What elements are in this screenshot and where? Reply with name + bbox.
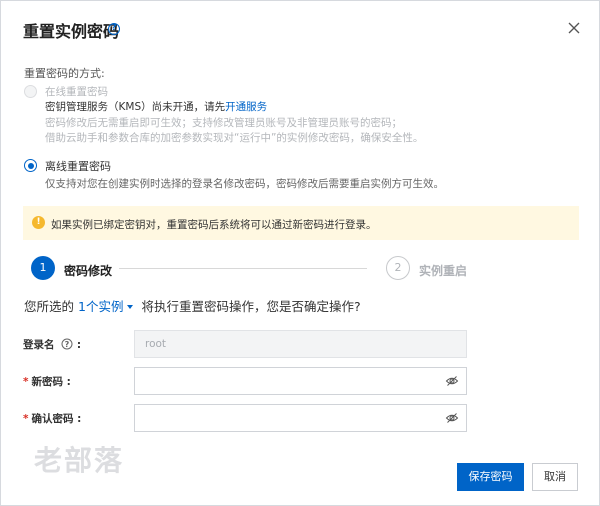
kms-notice-text: 密钥管理服务（KMS）尚未开通，请先 [45, 101, 226, 113]
step-connector [119, 268, 367, 269]
step-1-circle: 1 [31, 256, 55, 280]
confirm-password-label: * 确认密码 : [23, 411, 81, 426]
save-password-button[interactable]: 保存密码 [457, 463, 524, 491]
online-note-2: 借助云助手和参数合库的加密参数实现对“运行中”的实例修改密码，确保安全性。 [45, 132, 424, 144]
offline-reset-radio[interactable] [24, 159, 37, 172]
new-password-colon: : [66, 376, 71, 388]
offline-note: 仅支持对您在创建实例时选择的登录名修改密码，密码修改后需要重启实例方可生效。 [45, 178, 444, 190]
cancel-button[interactable]: 取消 [532, 463, 578, 491]
login-name-label: 登录名 ? : [23, 337, 81, 352]
kms-notice: 密钥管理服务（KMS）尚未开通，请先开通服务 [45, 99, 267, 114]
offline-reset-label[interactable]: 离线重置密码 [45, 158, 111, 174]
instance-count-label: 1个实例 [78, 299, 124, 314]
required-marker: * [23, 413, 29, 425]
eye-off-icon[interactable] [445, 411, 459, 425]
svg-text:?: ? [65, 340, 70, 349]
help-icon[interactable]: ? [108, 23, 120, 35]
online-note-1: 密码修改后无需重启即可生效；支持修改管理员账号及非管理员账号的密码； [45, 117, 402, 129]
enable-service-link[interactable]: 开通服务 [225, 101, 267, 113]
step-2-circle: 2 [386, 256, 410, 280]
close-icon[interactable] [565, 19, 583, 37]
step-2-label: 实例重启 [419, 264, 468, 278]
login-name-label-text: 登录名 [23, 339, 55, 351]
reset-password-dialog: 重置实例密码 ? 重置密码的方式: 在线重置密码 密钥管理服务（KMS）尚未开通… [0, 0, 600, 506]
new-password-label-text: 新密码 [31, 376, 64, 388]
online-reset-label: 在线重置密码 [45, 86, 108, 98]
confirm-suffix: 将执行重置密码操作，您是否确定操作? [141, 299, 361, 314]
caret-down-icon [127, 304, 134, 309]
login-name-colon: : [76, 339, 82, 351]
warning-text: 如果实例已绑定密钥对，重置密码后系统将可以通过新密码进行登录。 [51, 219, 377, 231]
eye-off-icon[interactable] [445, 374, 459, 388]
online-reset-radio [24, 85, 37, 98]
dialog-title: 重置实例密码 [23, 22, 120, 41]
confirm-prefix: 您所选的 [24, 299, 75, 314]
instance-count-dropdown[interactable]: 1个实例 [78, 299, 137, 314]
confirm-password-label-text: 确认密码 [31, 413, 74, 425]
required-marker: * [23, 376, 29, 388]
warning-icon: ! [32, 216, 45, 229]
confirm-message: 您所选的 1个实例 将执行重置密码操作，您是否确定操作? [24, 296, 361, 315]
login-name-field [134, 330, 467, 358]
new-password-field[interactable] [134, 367, 467, 395]
watermark-logo: 老部落 [34, 444, 125, 477]
reset-method-label: 重置密码的方式: [24, 67, 105, 80]
step-1-label: 密码修改 [64, 264, 113, 278]
warning-banner: ! 如果实例已绑定密钥对，重置密码后系统将可以通过新密码进行登录。 [23, 206, 579, 240]
new-password-label: * 新密码 : [23, 374, 71, 389]
confirm-password-field[interactable] [134, 404, 467, 432]
confirm-password-colon: : [77, 413, 82, 425]
question-icon[interactable]: ? [61, 338, 73, 350]
